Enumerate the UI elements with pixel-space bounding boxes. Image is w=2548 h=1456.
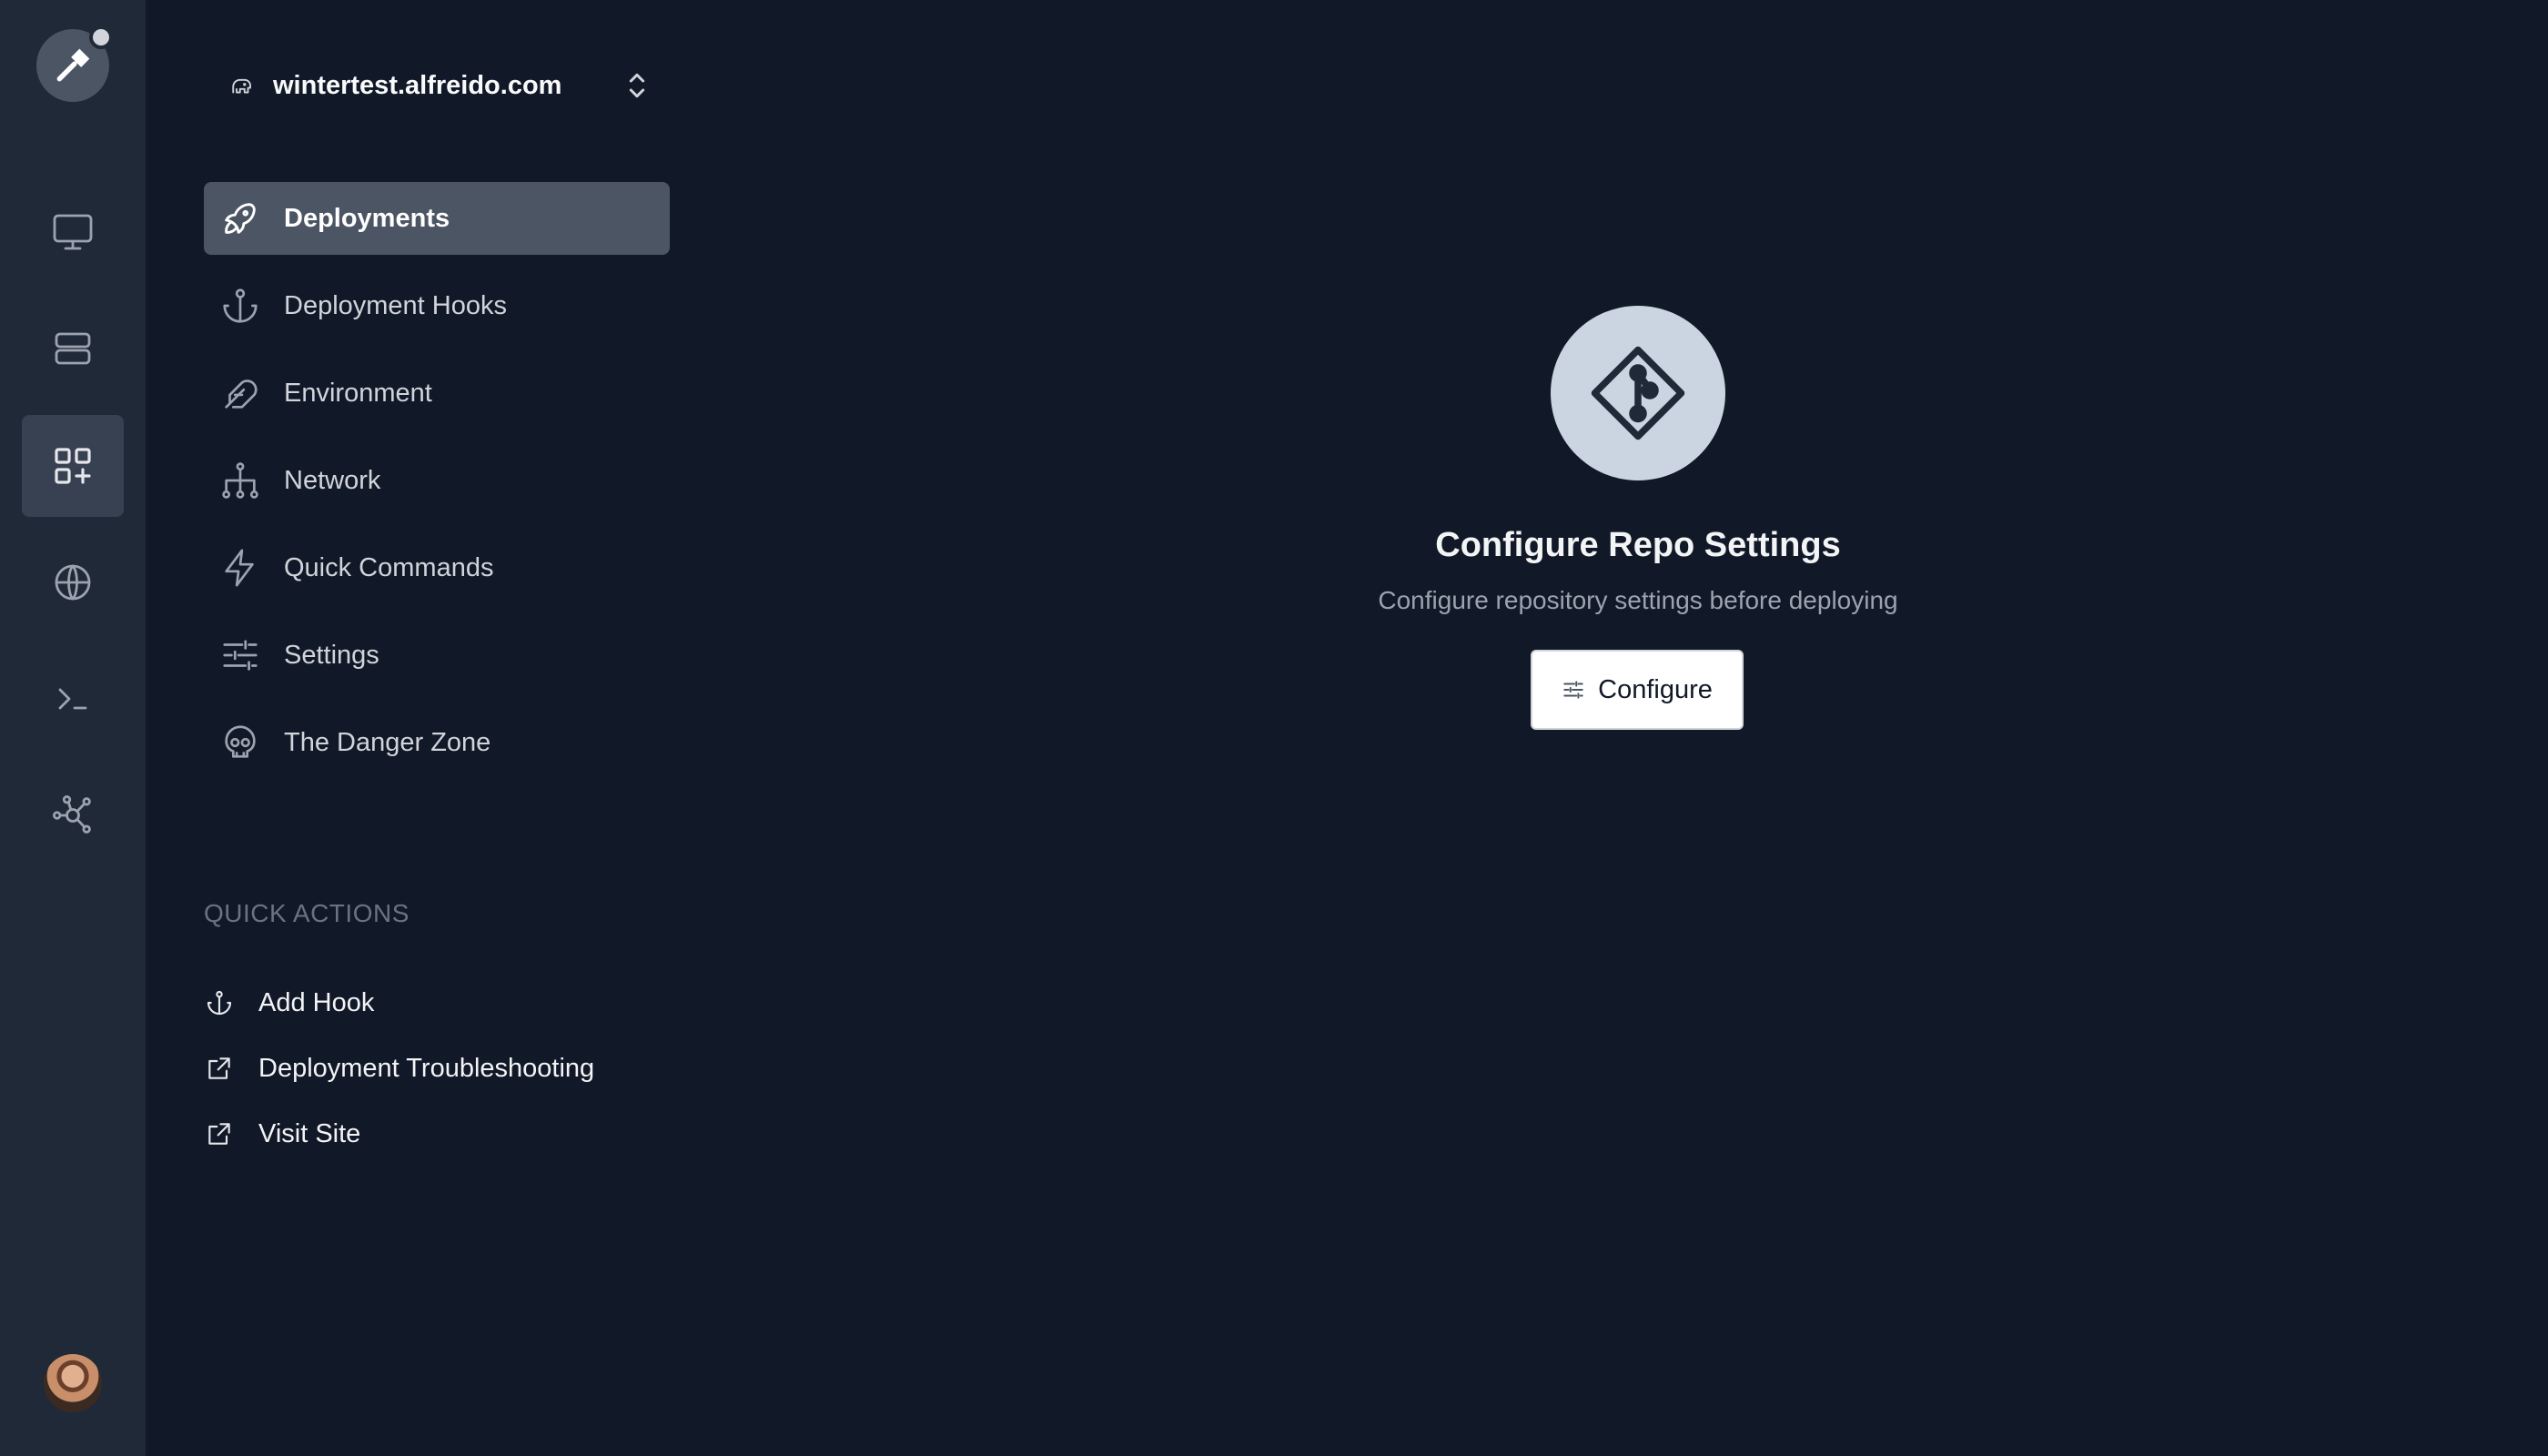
empty-state-title: Configure Repo Settings xyxy=(1435,526,1841,564)
rail-item-servers[interactable] xyxy=(22,298,124,399)
monitor-icon xyxy=(53,214,93,250)
site-nav: Deployments Deployment Hooks Environment… xyxy=(204,182,670,794)
external-link-icon xyxy=(208,1123,230,1145)
chevron-updown-icon xyxy=(629,73,645,98)
rail-item-terminal[interactable] xyxy=(22,648,124,750)
globe-icon xyxy=(55,564,91,601)
feather-icon xyxy=(225,379,258,409)
rocket-icon xyxy=(225,203,256,234)
quick-action-deployment-troubleshooting[interactable]: Deployment Troubleshooting xyxy=(204,1036,713,1101)
avatar[interactable] xyxy=(44,1354,102,1412)
anchor-icon xyxy=(207,990,232,1016)
quick-action-label: Add Hook xyxy=(258,987,375,1017)
nav-item-deployment-hooks[interactable]: Deployment Hooks xyxy=(204,269,670,342)
configure-button-label: Configure xyxy=(1598,674,1713,704)
status-dot xyxy=(89,25,113,49)
nav-item-label: Quick Commands xyxy=(284,552,494,582)
nav-item-label: Network xyxy=(284,465,381,495)
git-icon xyxy=(1591,346,1685,440)
empty-state-icon xyxy=(1551,306,1725,480)
app-rail xyxy=(0,0,146,1456)
sliders-icon xyxy=(223,640,258,671)
quick-action-label: Deployment Troubleshooting xyxy=(258,1053,595,1083)
nav-item-label: Deployment Hooks xyxy=(284,290,507,320)
app-logo[interactable] xyxy=(36,25,113,102)
nav-item-environment[interactable]: Environment xyxy=(204,357,670,430)
main-content: Configure Repo Settings Configure reposi… xyxy=(692,0,2548,1456)
anchor-icon xyxy=(223,288,258,323)
apps-add-icon xyxy=(55,448,91,484)
bolt-icon xyxy=(225,549,254,587)
rail-item-sites[interactable] xyxy=(22,415,124,517)
quick-action-add-hook[interactable]: Add Hook xyxy=(204,970,713,1036)
nav-item-label: The Danger Zone xyxy=(284,727,491,757)
quick-action-visit-site[interactable]: Visit Site xyxy=(204,1101,713,1167)
quick-actions-title: QUICK ACTIONS xyxy=(204,899,410,927)
rail-item-monitor[interactable] xyxy=(22,181,124,283)
sliders-icon xyxy=(1563,681,1583,699)
terminal-icon xyxy=(58,688,87,710)
configure-button[interactable]: Configure xyxy=(1531,650,1744,730)
quick-actions: Add Hook Deployment Troubleshooting Visi… xyxy=(204,970,713,1167)
external-link-icon xyxy=(208,1057,230,1079)
nav-item-quick-commands[interactable]: Quick Commands xyxy=(204,531,670,604)
nodes-icon xyxy=(53,795,91,834)
hammer-icon xyxy=(56,48,90,82)
empty-state-subtitle: Configure repository settings before dep… xyxy=(1378,586,1898,614)
nav-item-network[interactable]: Network xyxy=(204,444,670,517)
server-icon xyxy=(55,332,91,365)
rail-item-integrations[interactable] xyxy=(22,764,124,866)
site-name: wintertest.alfreido.com xyxy=(273,70,562,100)
elephant-icon xyxy=(232,78,251,94)
nav-item-danger-zone[interactable]: The Danger Zone xyxy=(204,706,670,779)
skull-icon xyxy=(225,725,256,758)
site-sidebar: wintertest.alfreido.com Deployments Depl… xyxy=(146,0,692,1456)
nav-item-label: Environment xyxy=(284,378,432,408)
nav-item-label: Settings xyxy=(284,640,379,670)
network-icon xyxy=(222,462,258,499)
quick-action-label: Visit Site xyxy=(258,1118,361,1148)
nav-item-settings[interactable]: Settings xyxy=(204,619,670,692)
rail-item-domains[interactable] xyxy=(22,531,124,633)
nav-item-label: Deployments xyxy=(284,203,450,233)
nav-item-deployments[interactable]: Deployments xyxy=(204,182,670,255)
